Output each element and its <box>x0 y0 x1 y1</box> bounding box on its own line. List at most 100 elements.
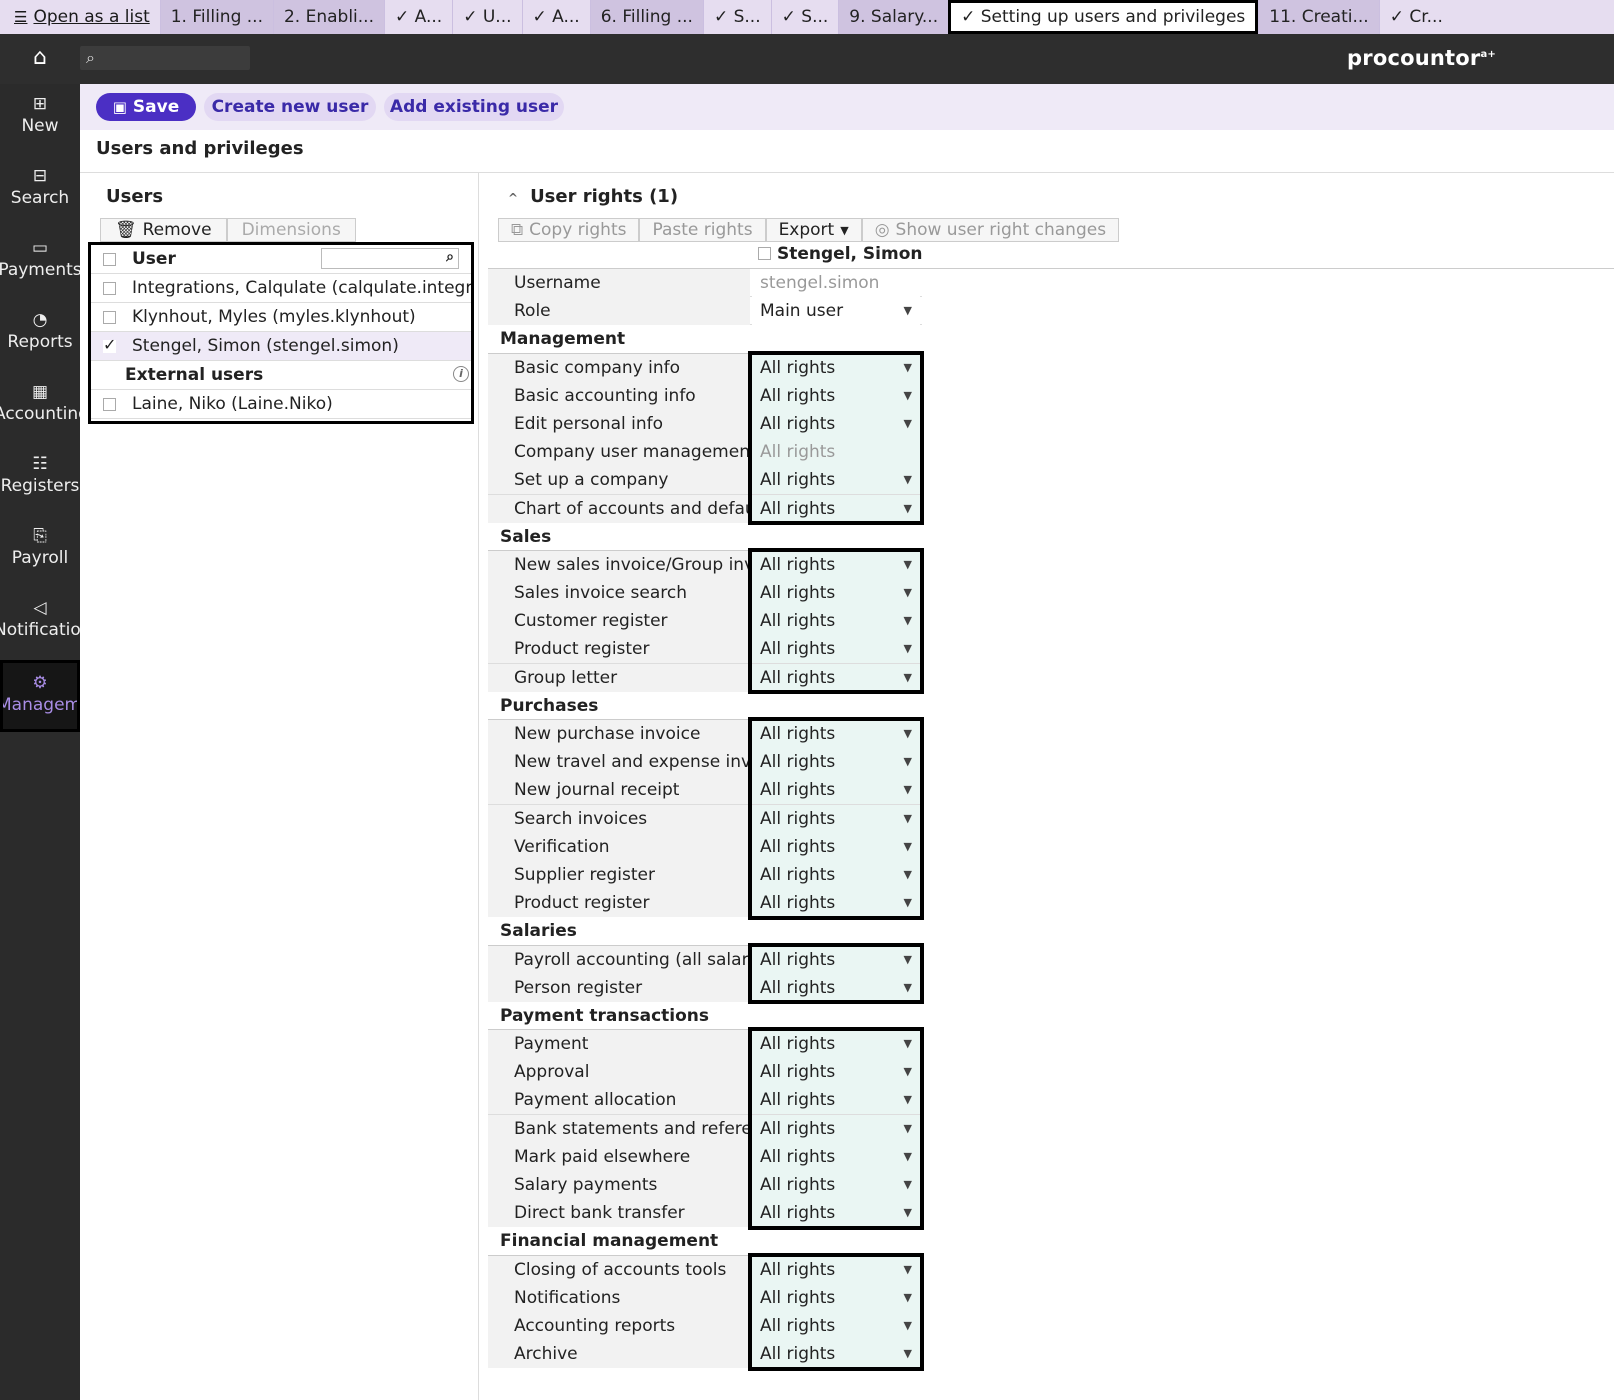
right-value-select[interactable]: All rights ▼ <box>752 889 920 918</box>
right-value-select[interactable]: Main user ▼ <box>752 297 920 326</box>
task-tab-6[interactable]: 6. Filling ... <box>589 0 703 34</box>
task-tab-12[interactable]: ✓ Cr... <box>1378 0 1453 34</box>
sidebar-item-payroll[interactable]: ⎘ Payroll <box>0 516 80 588</box>
info-icon[interactable]: i <box>453 366 469 382</box>
task-tab-7[interactable]: ✓ S... <box>702 0 771 34</box>
user-checkbox[interactable] <box>103 281 116 295</box>
sidebar-item-payments[interactable]: ▭ Payments <box>0 228 80 300</box>
right-value-select[interactable]: stengel.simon <box>752 269 920 297</box>
right-value-select[interactable]: All rights ▼ <box>752 579 920 608</box>
user-checkbox[interactable] <box>103 397 116 411</box>
open-as-list-link[interactable]: ☰ Open as a list <box>0 0 160 34</box>
sidebar-item-registers[interactable]: ☷ Registers <box>0 444 80 516</box>
task-tab-8[interactable]: ✓ S... <box>770 0 839 34</box>
show-user-right-changes-button[interactable]: ◎ Show user right changes <box>861 218 1120 242</box>
right-label: New purchase invoice <box>488 720 750 748</box>
task-tab-10[interactable]: ✓ Setting up users and privileges <box>948 0 1259 34</box>
select-all-checkbox[interactable] <box>103 252 116 266</box>
sidebar-item-management[interactable]: ⚙Management <box>0 660 80 732</box>
global-search-input[interactable]: ⌕ <box>80 46 250 70</box>
right-value-select[interactable]: All rights ▼ <box>752 1086 920 1115</box>
right-value-select[interactable]: All rights ▼ <box>752 381 920 410</box>
right-value-select[interactable]: All rights ▼ <box>752 409 920 438</box>
right-row-mark-paid-elsewhere: Mark paid elsewhere All rights ▼ <box>488 1142 922 1171</box>
task-tab-5[interactable]: ✓ A... <box>521 0 590 34</box>
user-checkbox[interactable]: ✓ <box>103 336 116 353</box>
right-label: Username <box>488 269 750 297</box>
dimensions-button[interactable]: Dimensions <box>226 218 356 242</box>
right-value-select[interactable]: All rights ▼ <box>752 973 920 1002</box>
right-value-select[interactable]: All rights ▼ <box>752 635 920 664</box>
right-value-select[interactable]: All rights ▼ <box>752 353 920 382</box>
add-existing-user-button[interactable]: Add existing user <box>384 93 564 121</box>
task-tab-9[interactable]: 9. Salary... <box>838 0 949 34</box>
export-button[interactable]: Export ▼ <box>765 218 862 242</box>
right-value-select[interactable]: All rights ▼ <box>752 607 920 636</box>
task-tab-2[interactable]: 2. Enabli... <box>272 0 384 34</box>
sidebar-item-notifications[interactable]: ◁Notifications <box>0 588 80 660</box>
right-value-select[interactable]: All rights ▼ <box>752 1311 920 1340</box>
right-value: All rights <box>760 583 836 604</box>
sidebar-item-new[interactable]: ⊞ New <box>0 84 80 156</box>
user-rights-heading[interactable]: ^ User rights (1) <box>508 186 678 207</box>
right-value-select[interactable]: All rights ▼ <box>752 663 920 692</box>
task-tab-11[interactable]: 11. Creati... <box>1258 0 1379 34</box>
right-label: New travel and expense invoice <box>488 748 750 777</box>
right-value-select[interactable]: All rights ▼ <box>752 1171 920 1199</box>
user-row[interactable]: ✓ Stengel, Simon (stengel.simon) <box>91 332 471 361</box>
right-value-select[interactable]: All rights ▼ <box>752 494 920 523</box>
right-value-select[interactable]: All rights ▼ <box>752 945 920 974</box>
caret-down-icon: ▼ <box>903 1262 912 1276</box>
right-value-select[interactable]: All rights ▼ <box>752 550 920 579</box>
right-value-select[interactable]: All rights ▼ <box>752 748 920 777</box>
right-value-select[interactable]: All rights ▼ <box>752 832 920 861</box>
user-checkbox[interactable] <box>103 310 116 324</box>
right-value: All rights <box>760 1090 836 1111</box>
right-value-select[interactable]: All rights ▼ <box>752 1340 920 1369</box>
user-row[interactable]: Integrations, Calqulate (calqulate.integ… <box>91 274 471 303</box>
right-value-select[interactable]: All rights ▼ <box>752 1114 920 1143</box>
right-value-select[interactable]: All rights ▼ <box>752 466 920 495</box>
copy-rights-button[interactable]: ⧉ Copy rights <box>498 218 640 242</box>
right-label: Notifications <box>488 1283 750 1312</box>
right-value-select[interactable]: All rights <box>752 438 920 467</box>
user-filter-input[interactable]: ⌕ <box>321 248 459 269</box>
right-value-select[interactable]: All rights ▼ <box>752 1255 920 1284</box>
right-value-select[interactable]: All rights ▼ <box>752 1283 920 1312</box>
task-tab-4[interactable]: ✓ U... <box>452 0 521 34</box>
paste-rights-button[interactable]: Paste rights <box>639 218 766 242</box>
sidebar-item-search[interactable]: ⊟ Search <box>0 156 80 228</box>
user-row[interactable]: Klynhout, Myles (myles.klynhout) <box>91 303 471 332</box>
right-value-select[interactable]: All rights ▼ <box>752 1030 920 1059</box>
task-tab-1[interactable]: 1. Filling ... <box>159 0 273 34</box>
user-column-checkbox[interactable] <box>758 247 771 260</box>
task-tab-3[interactable]: ✓ A... <box>384 0 452 34</box>
eye-icon: ◎ <box>874 220 890 240</box>
save-button[interactable]: ▣ Save <box>96 93 196 121</box>
caret-down-icon: ▼ <box>903 1093 912 1107</box>
right-label: New sales invoice/Group invoice <box>488 550 750 579</box>
right-value-select[interactable]: All rights ▼ <box>752 804 920 833</box>
payments-icon: ▭ <box>31 238 49 258</box>
sidebar-item-reports[interactable]: ◔ Reports <box>0 300 80 372</box>
right-value-select[interactable]: All rights ▼ <box>752 1142 920 1171</box>
right-label: Product register <box>488 889 750 918</box>
caret-down-icon: ▼ <box>903 614 912 628</box>
caret-down-icon: ▼ <box>903 1065 912 1079</box>
create-new-user-button[interactable]: Create new user <box>204 93 376 121</box>
user-row[interactable]: Laine, Niko (Laine.Niko) <box>91 390 471 419</box>
right-value-select[interactable]: All rights ▼ <box>752 1199 920 1228</box>
right-value-select[interactable]: All rights ▼ <box>752 1058 920 1087</box>
right-value-select[interactable]: All rights ▼ <box>752 860 920 889</box>
caret-down-icon: ▼ <box>903 304 912 318</box>
remove-button[interactable]: 🗑 Remove <box>100 218 227 242</box>
right-value-select[interactable]: All rights ▼ <box>752 720 920 748</box>
caret-down-icon: ▼ <box>903 755 912 769</box>
accounting-icon: ▦ <box>31 382 49 402</box>
right-value-select[interactable]: All rights ▼ <box>752 776 920 805</box>
notifications-icon: ◁ <box>33 598 47 618</box>
right-label: Company user management <box>488 438 750 467</box>
collapse-caret-icon[interactable]: ^ <box>508 191 518 205</box>
sidebar-item-accounting[interactable]: ▦Accounting <box>0 372 80 444</box>
home-icon[interactable]: ⌂ <box>28 46 52 70</box>
